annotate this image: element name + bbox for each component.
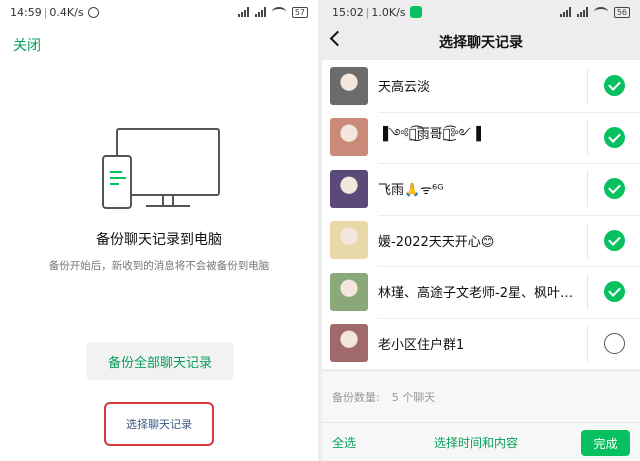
chat-name: 飞雨🙏ᯤ⁶ᴳ [378,183,444,199]
signal-icon-2 [576,7,588,17]
checked-checkbox-icon[interactable] [604,229,625,251]
checked-checkbox-icon[interactable] [604,178,625,199]
signal-icon [237,7,249,17]
status-speed: 1.0K/s [371,5,406,19]
chat-row[interactable]: 老小区住户群1 [322,317,640,370]
chat-name: 老小区住户群1 [378,337,465,353]
chat-row[interactable]: ▐༺ৡ͜͡雨哥ৡ͜͡༻▐ [322,111,640,164]
signal-icon-2 [254,7,266,17]
chat-avatar [330,118,368,157]
chat-avatar [330,272,368,311]
signal-icon [559,7,571,17]
chat-row[interactable]: 天高云淡 [322,60,640,112]
wifi-icon [593,7,608,17]
bottom-bar: 全选 选择时间和内容 完成 [322,422,640,461]
page-title: 选择聊天记录 [439,35,523,51]
wechat-notification-icon [409,6,422,18]
select-time-content-button[interactable]: 选择时间和内容 [434,434,518,451]
chat-row[interactable]: 飞雨🙏ᯤ⁶ᴳ [322,163,640,215]
backup-screen: 14:59 | 0.4K/s 57 关闭 备份聊天记录到电脑 备份开始后，新收到… [0,0,318,461]
select-chats-button[interactable]: 选择聊天记录 [104,402,214,446]
select-all-button[interactable]: 全选 [332,434,356,451]
checked-checkbox-icon[interactable] [604,75,625,96]
status-time: 14:59 [10,5,42,19]
chat-list: 天高云淡 ▐༺ৡ͜͡雨哥ৡ͜͡༻▐ 飞雨🙏ᯤ⁶ᴳ 媛-2022天天开心😊 林瑾、高途子文… [322,60,640,369]
battery-icon: 57 [291,6,308,18]
chat-avatar [330,221,368,260]
status-bar: 14:59 | 0.4K/s 57 [0,0,318,24]
checked-checkbox-icon[interactable] [604,126,625,148]
backup-title: 备份聊天记录到电脑 [96,232,222,248]
chat-avatar [330,66,368,105]
backup-subtitle: 备份开始后，新收到的消息将不会被备份到电脑 [48,260,270,272]
chat-avatar [330,324,368,363]
status-time: 15:02 [332,5,364,19]
chat-row[interactable]: 媛-2022天天开心😊 [322,214,640,267]
wifi-icon [271,7,286,17]
chat-name: ▐༺ৡ͜͡雨哥ৡ͜͡༻▐ [378,126,482,142]
checked-checkbox-icon[interactable] [604,281,625,302]
backup-count: 备份数量: 5 个聊天 [322,372,640,422]
battery-icon: 56 [613,6,630,18]
phone-to-computer-illustration [100,128,220,214]
select-chats-screen: 15:02 | 1.0K/s 56 选择聊天记录 天高云淡 ▐༺ৡ͜͡雨哥ৡ͜͡༻… [322,0,640,461]
done-button[interactable]: 完成 [581,430,630,456]
status-bar-right: 15:02 | 1.0K/s 56 [322,0,640,24]
phone-icon [102,155,132,209]
status-speed: 0.4K/s [49,5,84,19]
chat-name: 媛-2022天天开心😊 [378,234,495,250]
chat-row[interactable]: 林瑾、高途子文老师-2星、枫叶… [322,266,640,318]
chat-name: 天高云淡 [378,80,431,96]
chat-name: 林瑾、高途子文老师-2星、枫叶… [378,286,573,302]
back-arrow-icon[interactable] [329,30,346,47]
nav-bar: 选择聊天记录 [322,24,640,60]
close-button[interactable]: 关闭 [13,35,41,55]
alarm-icon [87,6,99,18]
backup-count-label: 备份数量: [332,391,380,404]
unchecked-checkbox-icon[interactable] [604,332,625,354]
backup-count-value: 5 个聊天 [391,391,436,404]
chat-avatar [330,169,368,208]
backup-all-button[interactable]: 备份全部聊天记录 [86,342,234,380]
